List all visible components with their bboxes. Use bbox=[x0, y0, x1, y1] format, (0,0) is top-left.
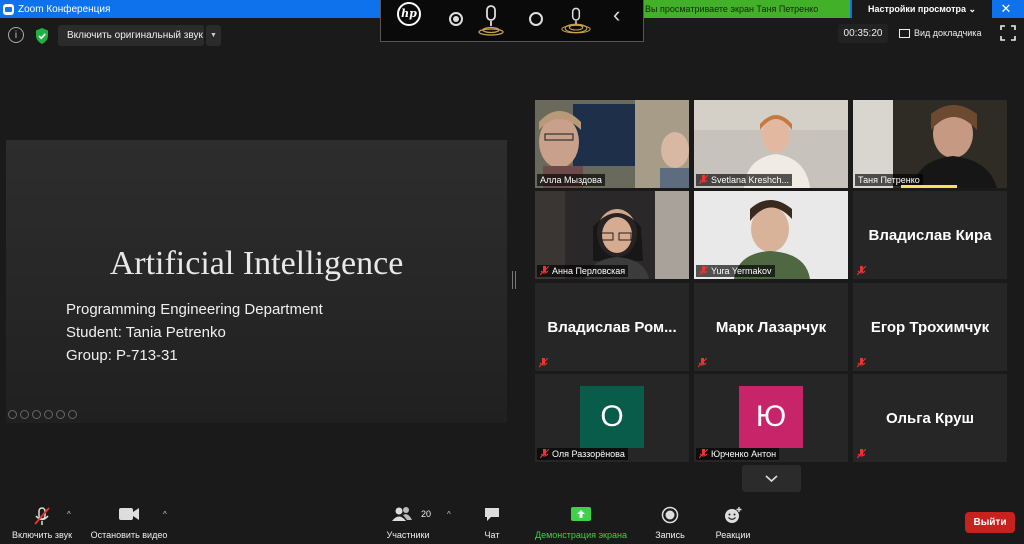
mic-muted-icon bbox=[857, 358, 866, 368]
mic-muted-icon bbox=[34, 507, 50, 525]
participant-tile[interactable]: Владислав Ром... bbox=[535, 283, 689, 371]
info-icon[interactable]: i bbox=[8, 27, 24, 43]
chat-label: Чат bbox=[484, 530, 500, 540]
mic-muted-icon bbox=[699, 266, 708, 276]
video-camera-icon bbox=[119, 508, 139, 520]
participant-tile[interactable]: Таня Петренко bbox=[853, 100, 1007, 188]
participant-tile[interactable]: Марк Лазарчук bbox=[694, 283, 848, 371]
share-screen-icon bbox=[571, 507, 591, 521]
slide-navigation-tools[interactable] bbox=[8, 410, 77, 419]
speaker-view-button[interactable]: Вид докладчика bbox=[893, 24, 991, 43]
mic-muted-icon bbox=[857, 266, 866, 276]
mic-muted-icon bbox=[699, 175, 708, 185]
audio-options-caret[interactable]: ^ bbox=[67, 510, 71, 519]
chat-bubble-icon bbox=[485, 508, 499, 521]
zoom-app-icon bbox=[3, 3, 14, 15]
stop-video-button[interactable]: Остановить видео bbox=[84, 500, 174, 544]
participant-name: Yura Yermakov bbox=[696, 265, 775, 277]
participant-name: Оля Раззорёнова bbox=[537, 448, 628, 460]
audio-level-bar bbox=[901, 185, 957, 188]
split-view-drag-handle[interactable] bbox=[512, 271, 516, 289]
record-label: Запись bbox=[655, 530, 685, 540]
participant-tile[interactable]: О Оля Раззорёнова bbox=[535, 374, 689, 462]
hp-record-icon[interactable] bbox=[449, 12, 463, 26]
speaker-view-label: Вид докладчика bbox=[914, 28, 982, 38]
grid-layout-icon bbox=[899, 29, 910, 38]
mic-muted-icon bbox=[540, 266, 549, 276]
participant-tile[interactable]: Егор Трохимчук bbox=[853, 283, 1007, 371]
meeting-timer: 00:35:20 bbox=[838, 24, 888, 43]
reactions-button[interactable]: Реакции bbox=[710, 500, 756, 544]
participant-tile[interactable]: Анна Перловская bbox=[535, 191, 689, 279]
shared-screen-slide: Artificial Intelligence Programming Engi… bbox=[6, 140, 507, 423]
participant-tile[interactable]: Yura Yermakov bbox=[694, 191, 848, 279]
mic-muted-icon bbox=[540, 449, 549, 459]
mic-muted-icon bbox=[698, 358, 707, 368]
fullscreen-icon[interactable] bbox=[999, 24, 1017, 42]
participant-tile[interactable]: Ю Юрченко Антон bbox=[694, 374, 848, 462]
hp-logo: hp bbox=[397, 2, 421, 26]
emoji-smile-icon bbox=[725, 507, 742, 523]
participant-name: Владислав Кира bbox=[868, 226, 992, 244]
reactions-label: Реакции bbox=[715, 530, 751, 540]
encryption-shield-icon[interactable] bbox=[34, 26, 50, 46]
mic-muted-icon bbox=[539, 358, 548, 368]
slide-more-icon[interactable] bbox=[68, 410, 77, 419]
slide-title: Artificial Intelligence bbox=[109, 245, 404, 282]
gallery-next-page-button[interactable] bbox=[742, 465, 801, 492]
slide-line-student: Student: Tania Petrenko bbox=[66, 324, 226, 341]
participant-name: Егор Трохимчук bbox=[870, 318, 990, 336]
hp-circle-icon[interactable] bbox=[529, 12, 543, 26]
record-button[interactable]: Запись bbox=[648, 500, 692, 544]
leave-meeting-button[interactable]: Выйти bbox=[965, 512, 1015, 533]
chevron-down-icon bbox=[765, 475, 778, 483]
close-icon[interactable]: ✕ bbox=[996, 0, 1016, 18]
original-sound-dropdown[interactable]: ▼ bbox=[206, 25, 221, 46]
hp-mic-icon[interactable] bbox=[476, 4, 506, 36]
slide-grid-icon[interactable] bbox=[44, 410, 53, 419]
share-screen-label: Демонстрация экрана bbox=[535, 530, 627, 540]
participants-label: Участники bbox=[386, 530, 430, 540]
window-title: Zoom Конференция bbox=[18, 3, 111, 15]
hp-collapse-chevron-icon[interactable]: ‹ bbox=[613, 2, 620, 28]
chat-button[interactable]: Чат bbox=[472, 500, 512, 544]
participant-name: Алла Мыздова bbox=[537, 174, 605, 186]
participant-name: Марк Лазарчук bbox=[715, 318, 827, 336]
slide-prev-icon[interactable] bbox=[8, 410, 17, 419]
view-options-button[interactable]: Настройки просмотра ⌄ bbox=[852, 0, 992, 18]
participants-icon bbox=[392, 507, 412, 521]
participant-name: Владислав Ром... bbox=[547, 318, 677, 336]
participant-tile[interactable]: Владислав Кира bbox=[853, 191, 1007, 279]
unmute-label: Включить звук bbox=[11, 530, 73, 540]
original-sound-button[interactable]: Включить оригинальный звук bbox=[58, 25, 204, 46]
participant-tile[interactable]: Ольга Круш bbox=[853, 374, 1007, 462]
mic-muted-icon bbox=[699, 449, 708, 459]
share-screen-button[interactable]: Демонстрация экрана bbox=[528, 500, 634, 544]
slide-line-department: Programming Engineering Department bbox=[66, 301, 323, 318]
meeting-toolbar: Включить звук ^ Остановить видео ^ Участ… bbox=[0, 500, 1024, 544]
unmute-button[interactable]: Включить звук bbox=[6, 500, 78, 544]
slide-zoom-icon[interactable] bbox=[56, 410, 65, 419]
participant-tile[interactable]: Svetlana Kreshch... bbox=[694, 100, 848, 188]
avatar: Ю bbox=[739, 386, 803, 448]
hp-mic-noise-icon[interactable] bbox=[561, 4, 591, 36]
slide-next-icon[interactable] bbox=[20, 410, 29, 419]
participant-name: Svetlana Kreshch... bbox=[696, 174, 793, 186]
participants-options-caret[interactable]: ^ bbox=[447, 510, 451, 519]
slide-line-group: Group: P-713-31 bbox=[66, 347, 178, 364]
participant-name: Юрченко Антон bbox=[696, 448, 780, 460]
participants-count: 20 bbox=[421, 509, 432, 519]
stop-video-label: Остановить видео bbox=[90, 530, 168, 540]
sharing-banner: Вы просматриваете экран Таня Петренко bbox=[643, 0, 850, 18]
slide-pen-icon[interactable] bbox=[32, 410, 41, 419]
hp-camera-toolbar: hp ‹ bbox=[380, 0, 644, 42]
video-options-caret[interactable]: ^ bbox=[163, 510, 167, 519]
participant-name: Ольга Круш bbox=[886, 409, 974, 427]
avatar: О bbox=[580, 386, 644, 448]
participant-name: Анна Перловская bbox=[537, 265, 629, 277]
participant-tile[interactable]: Алла Мыздова bbox=[535, 100, 689, 188]
mic-muted-icon bbox=[857, 449, 866, 459]
record-icon bbox=[661, 506, 679, 524]
participants-button[interactable]: Участники bbox=[378, 500, 438, 544]
